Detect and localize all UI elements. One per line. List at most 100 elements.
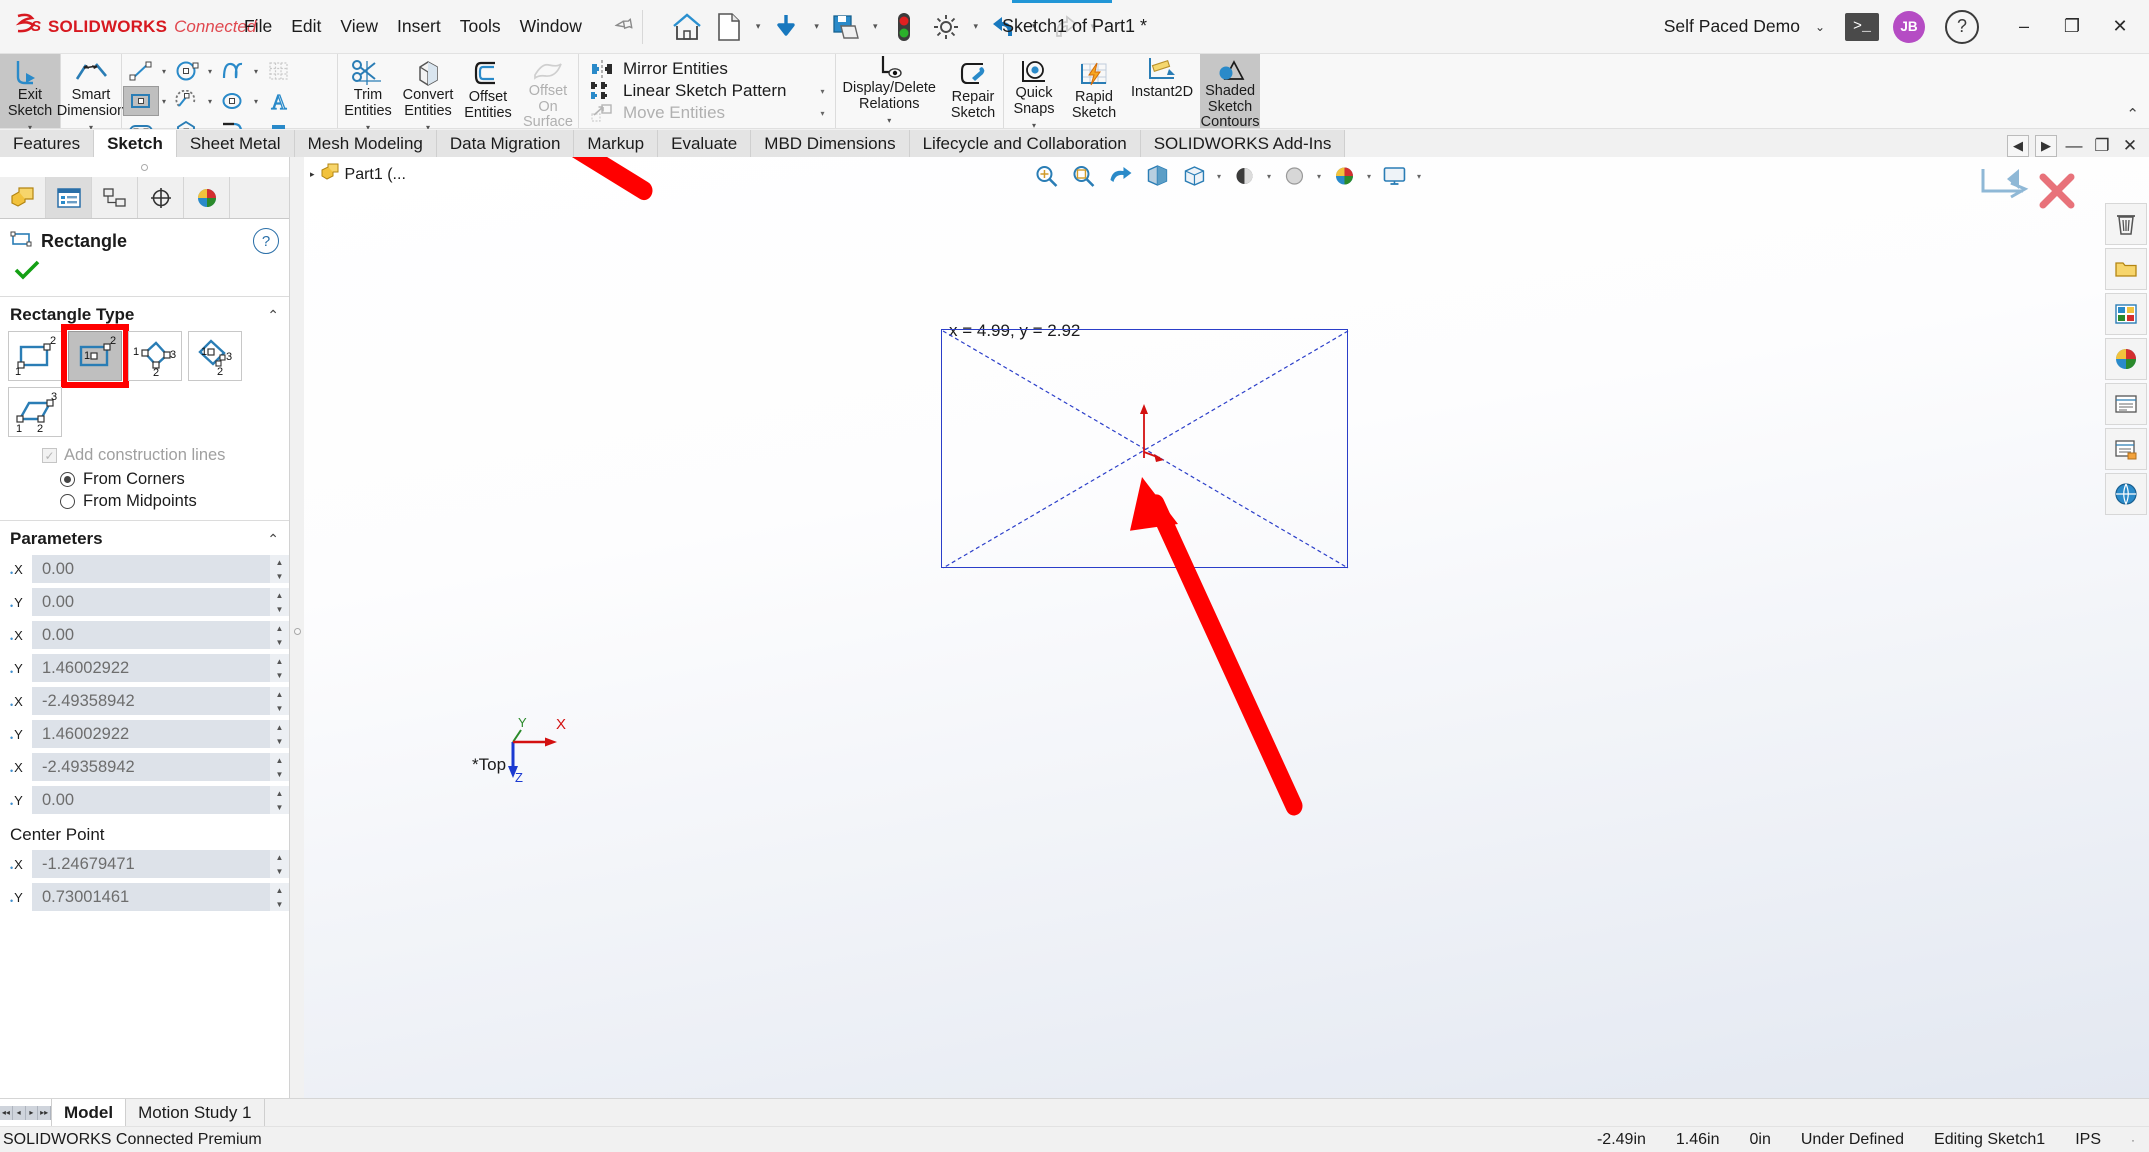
menu-file[interactable]: File [243, 13, 273, 40]
arc-dropdown[interactable]: ▾ [204, 97, 216, 106]
edit-appearance-icon[interactable] [1327, 161, 1361, 191]
nav-prev-button[interactable]: ◂ [12, 1105, 26, 1120]
stepper-down[interactable]: ▼ [270, 602, 289, 616]
repair-sketch-button[interactable]: Repair Sketch [943, 54, 1003, 128]
hide-show-items-icon[interactable] [1277, 161, 1311, 191]
open-dropdown[interactable]: ▾ [809, 21, 824, 32]
close-button[interactable]: ✕ [2097, 5, 2143, 49]
parameter-x2-input[interactable]: 0.00 [32, 621, 270, 649]
menu-view[interactable]: View [339, 13, 379, 40]
graphics-area[interactable]: ▸ Part1 (... ▾ ▾ ▾ ▾ ▾ x = 4.99, y = 2.9… [304, 157, 2149, 1098]
scenes-icon[interactable] [2105, 383, 2147, 425]
smart-dimension-button[interactable]: Smart Dimension ▾ [57, 54, 125, 132]
parallelogram-option[interactable]: 1 2 3 [8, 387, 62, 437]
property-manager-tab[interactable] [46, 177, 92, 218]
undo-icon[interactable] [985, 7, 1025, 47]
parameter-y1-stepper[interactable]: ▲ ▼ [270, 588, 289, 616]
center-rectangle-option[interactable]: 12 [68, 331, 122, 381]
splitter-grip[interactable] [294, 627, 301, 635]
3-point-corner-rectangle-option[interactable]: 1 3 2 [128, 331, 182, 381]
line-tool[interactable] [124, 57, 158, 85]
stepper-down[interactable]: ▼ [270, 767, 289, 781]
arc-tool[interactable] [170, 87, 204, 115]
display-style-icon[interactable] [1227, 161, 1261, 191]
stepper-up[interactable]: ▲ [270, 621, 289, 635]
feature-tree-root[interactable]: ▸ Part1 (... [310, 163, 406, 186]
stepper-down[interactable]: ▼ [270, 897, 289, 911]
center-point-x-input[interactable]: -1.24679471 [32, 850, 270, 878]
display-style-dropdown[interactable]: ▾ [1264, 172, 1274, 181]
parameter-x3-stepper[interactable]: ▲ ▼ [270, 687, 289, 715]
zoom-to-area-icon[interactable] [1066, 161, 1100, 191]
from-corners-radio[interactable] [60, 472, 75, 487]
stepper-up[interactable]: ▲ [270, 753, 289, 767]
dimxpert-manager-tab[interactable] [138, 177, 184, 218]
save-dropdown[interactable]: ▾ [868, 21, 883, 32]
options-dropdown[interactable]: ▾ [968, 21, 983, 32]
tab-sheet-metal[interactable]: Sheet Metal [176, 130, 295, 157]
hide-show-dropdown[interactable]: ▾ [1314, 172, 1324, 181]
corner-rectangle-option[interactable]: 12 [8, 331, 62, 381]
parameter-x1-stepper[interactable]: ▲ ▼ [270, 555, 289, 583]
stepper-down[interactable]: ▼ [270, 734, 289, 748]
linear-sketch-pattern-button[interactable]: Linear Sketch Pattern ▾ [585, 80, 829, 102]
3-point-center-rectangle-option[interactable]: 1 32 [188, 331, 242, 381]
stepper-up[interactable]: ▲ [270, 720, 289, 734]
stepper-up[interactable]: ▲ [270, 654, 289, 668]
spline-dropdown[interactable]: ▾ [250, 67, 262, 76]
stepper-down[interactable]: ▼ [270, 701, 289, 715]
home-icon[interactable] [667, 7, 707, 47]
chevron-up-icon[interactable]: ⌃ [267, 307, 279, 324]
tab-markup[interactable]: Markup [574, 130, 659, 157]
minimize-button[interactable]: – [2001, 5, 2047, 49]
view-orientation-dropdown[interactable]: ▾ [1214, 172, 1224, 181]
apply-scene-dropdown[interactable]: ▾ [1364, 172, 1374, 181]
mirror-entities-button[interactable]: Mirror Entities [585, 58, 829, 80]
tab-solidworks-add-ins[interactable]: SOLIDWORKS Add-Ins [1140, 130, 1346, 157]
previous-view-icon[interactable] [1103, 161, 1137, 191]
view-orientation-icon[interactable] [1177, 161, 1211, 191]
green-check-icon[interactable] [0, 258, 289, 297]
parameter-y4-stepper[interactable]: ▲ ▼ [270, 786, 289, 814]
stepper-down[interactable]: ▼ [270, 635, 289, 649]
from-midpoints-row[interactable]: From Midpoints [0, 489, 289, 511]
display-manager-tab[interactable] [184, 177, 230, 218]
offset-entities-button[interactable]: Offset Entities [458, 54, 518, 128]
panel-handle[interactable] [0, 157, 289, 177]
trim-entities-button[interactable]: Trim Entities ▾ [338, 54, 398, 132]
chevron-up-icon[interactable]: ⌃ [2126, 105, 2139, 123]
traffic-light-icon[interactable] [884, 7, 924, 47]
menu-insert[interactable]: Insert [396, 13, 442, 40]
tab-features[interactable]: Features [0, 130, 95, 157]
feature-manager-tab[interactable] [0, 177, 46, 218]
nav-prev-button[interactable]: ◀ [2007, 135, 2029, 157]
rectangle-dropdown[interactable]: ▾ [158, 97, 170, 106]
parameter-x1-input[interactable]: 0.00 [32, 555, 270, 583]
parameter-y3-input[interactable]: 1.46002922 [32, 720, 270, 748]
stepper-up[interactable]: ▲ [270, 555, 289, 569]
chevron-right-icon[interactable]: ▸ [310, 169, 315, 180]
from-corners-row[interactable]: From Corners [0, 467, 289, 489]
center-point-y-stepper[interactable]: ▲ ▼ [270, 883, 289, 911]
document-close-button[interactable]: ✕ [2119, 135, 2141, 157]
chevron-up-icon[interactable]: ⌃ [267, 531, 279, 548]
pin-icon[interactable] [611, 13, 636, 39]
linear-sketch-pattern-dropdown[interactable]: ▾ [794, 87, 824, 96]
spline-tool[interactable] [216, 57, 250, 85]
status-overflow-icon[interactable]: · [2131, 1133, 2135, 1147]
display-delete-relations-dropdown[interactable]: ▾ [887, 113, 891, 129]
ellipse-tool[interactable] [216, 87, 250, 115]
account-name[interactable]: Self Paced Demo [1664, 16, 1800, 37]
display-delete-relations-button[interactable]: Display/Delete Relations ▾ [836, 54, 944, 128]
nav-last-button[interactable]: ▸▸ [38, 1105, 51, 1120]
parameter-y1-input[interactable]: 0.00 [32, 588, 270, 616]
new-document-icon[interactable] [709, 7, 749, 47]
bottom-tab-model[interactable]: Model [52, 1099, 127, 1126]
color-wheel-icon[interactable] [2105, 338, 2147, 380]
stepper-up[interactable]: ▲ [270, 883, 289, 897]
parameter-y2-input[interactable]: 1.46002922 [32, 654, 270, 682]
appearances-icon[interactable] [2105, 293, 2147, 335]
exit-sketch-button[interactable]: Exit Sketch ▾ [0, 54, 60, 132]
open-icon[interactable] [767, 7, 807, 47]
trash-icon[interactable] [2105, 203, 2147, 245]
